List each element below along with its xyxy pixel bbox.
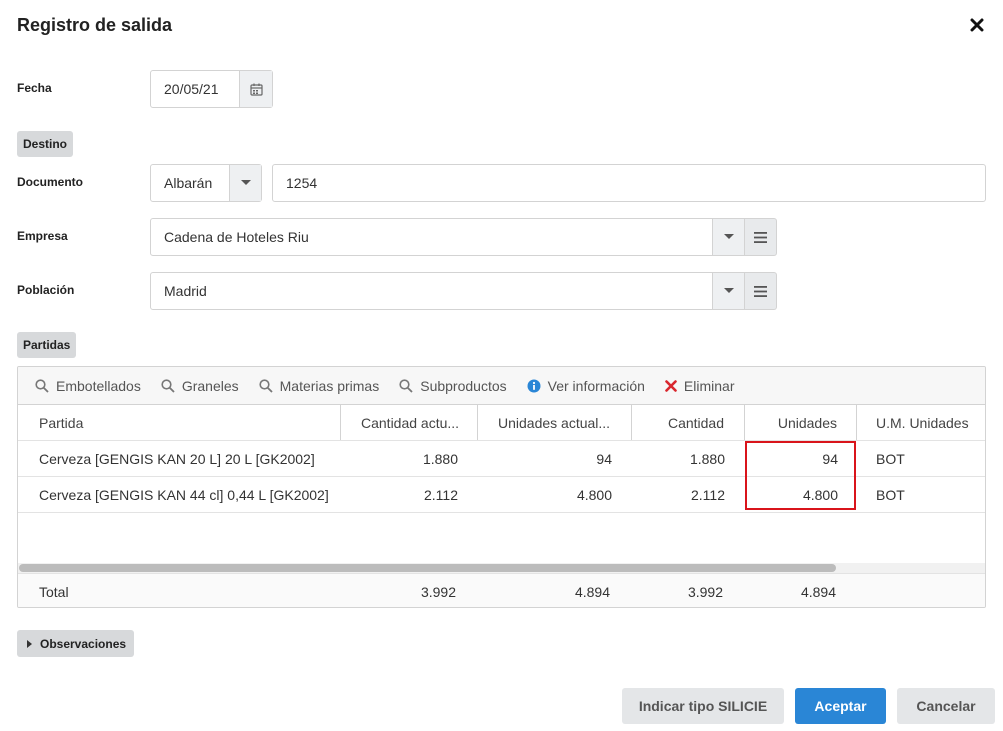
table-row[interactable]: Cerveza [GENGIS KAN 44 cl] 0,44 L [GK200…	[18, 477, 985, 513]
search-icon	[259, 378, 273, 393]
empresa-label: Empresa	[17, 229, 68, 243]
ver-informacion-label: Ver información	[547, 377, 645, 394]
graneles-button[interactable]: Graneles	[161, 378, 239, 394]
search-icon	[399, 378, 413, 393]
column-header-cantidad-actual[interactable]: Cantidad actu...	[341, 405, 478, 440]
cantidad-actual-cell[interactable]: 2.112	[341, 477, 478, 512]
materias-primas-label: Materias primas	[279, 377, 380, 394]
total-cantidad-actual: 3.992	[420, 583, 456, 600]
partidas-section: Partidas	[17, 332, 77, 358]
documento-type-value: Albarán	[164, 175, 213, 191]
documento-label: Documento	[17, 175, 83, 189]
unidades-cell[interactable]: 94	[745, 441, 857, 476]
totals-row: Total 3.992 4.894 3.992 4.894	[18, 573, 985, 607]
um-unidades-cell[interactable]: BOT	[857, 477, 985, 512]
observaciones-toggle[interactable]: Observaciones	[17, 630, 135, 657]
calendar-icon[interactable]	[239, 71, 272, 107]
chevron-down-icon[interactable]	[712, 219, 744, 255]
documento-type-select[interactable]: Albarán	[150, 164, 262, 202]
table-header: Partida Cantidad actu... Unidades actual…	[18, 405, 985, 441]
table-row[interactable]: Cerveza [GENGIS KAN 20 L] 20 L [GK2002] …	[18, 441, 985, 477]
total-cantidad: 3.992	[687, 583, 723, 600]
eliminar-button[interactable]: Eliminar	[665, 378, 735, 394]
fecha-value[interactable]: 20/05/21	[151, 81, 239, 97]
unidades-actuales-cell[interactable]: 94	[478, 441, 632, 476]
poblacion-select[interactable]: Madrid	[150, 272, 745, 310]
partida-cell[interactable]: Cerveza [GENGIS KAN 20 L] 20 L [GK2002]	[18, 441, 341, 476]
ver-informacion-button[interactable]: Ver información	[527, 378, 645, 394]
caret-right-icon	[27, 639, 32, 648]
chevron-down-icon[interactable]	[229, 165, 261, 201]
delete-icon	[665, 379, 677, 392]
total-unidades-actuales: 4.894	[574, 583, 610, 600]
cancelar-button[interactable]: Cancelar	[897, 688, 995, 724]
chevron-down-icon[interactable]	[712, 273, 744, 309]
fecha-label: Fecha	[17, 81, 52, 95]
scrollbar-thumb[interactable]	[19, 564, 836, 572]
dialog-title: Registro de salida	[17, 15, 173, 35]
documento-number-value[interactable]: 1254	[273, 175, 985, 191]
fecha-field[interactable]: 20/05/21	[150, 70, 273, 108]
poblacion-list-icon[interactable]	[745, 272, 777, 310]
cantidad-cell[interactable]: 2.112	[632, 477, 745, 512]
total-unidades: 4.894	[800, 583, 836, 600]
search-icon	[161, 378, 175, 393]
subproductos-button[interactable]: Subproductos	[399, 377, 507, 394]
close-icon[interactable]	[966, 14, 988, 36]
observaciones-label: Observaciones	[40, 636, 127, 651]
indicar-tipo-silicie-button[interactable]: Indicar tipo SILICIE	[622, 688, 784, 724]
unidades-cell[interactable]: 4.800	[745, 477, 857, 512]
column-header-um-unidades[interactable]: U.M. Unidades	[857, 405, 985, 440]
total-um-unidades	[857, 574, 985, 607]
empresa-list-icon[interactable]	[745, 218, 777, 256]
graneles-label: Graneles	[181, 377, 239, 394]
column-header-partida[interactable]: Partida	[18, 405, 341, 440]
unidades-actuales-cell[interactable]: 4.800	[478, 477, 632, 512]
cantidad-cell[interactable]: 1.880	[632, 441, 745, 476]
partidas-grid: Embotellados Graneles Materias primas Su…	[17, 366, 986, 608]
subproductos-label: Subproductos	[420, 377, 507, 394]
destino-section: Destino	[17, 131, 74, 157]
total-label: Total	[39, 583, 69, 600]
horizontal-scrollbar[interactable]	[18, 563, 985, 573]
poblacion-value: Madrid	[164, 283, 207, 299]
empresa-value: Cadena de Hoteles Riu	[164, 229, 309, 245]
search-icon	[35, 378, 49, 393]
cantidad-actual-cell[interactable]: 1.880	[341, 441, 478, 476]
column-header-unidades[interactable]: Unidades	[745, 405, 857, 440]
embotellados-label: Embotellados	[56, 377, 141, 394]
info-icon	[527, 379, 541, 392]
aceptar-button[interactable]: Aceptar	[795, 688, 886, 724]
partida-cell[interactable]: Cerveza [GENGIS KAN 44 cl] 0,44 L [GK200…	[18, 477, 341, 512]
empresa-select[interactable]: Cadena de Hoteles Riu	[150, 218, 745, 256]
eliminar-label: Eliminar	[683, 377, 735, 394]
embotellados-button[interactable]: Embotellados	[35, 378, 141, 394]
grid-toolbar: Embotellados Graneles Materias primas Su…	[18, 367, 985, 405]
poblacion-label: Población	[17, 283, 75, 297]
column-header-cantidad[interactable]: Cantidad	[632, 405, 745, 440]
documento-number-input[interactable]: 1254	[272, 164, 986, 202]
materias-primas-button[interactable]: Materias primas	[259, 377, 380, 394]
um-unidades-cell[interactable]: BOT	[857, 441, 985, 476]
column-header-unidades-actuales[interactable]: Unidades actual...	[478, 405, 632, 440]
